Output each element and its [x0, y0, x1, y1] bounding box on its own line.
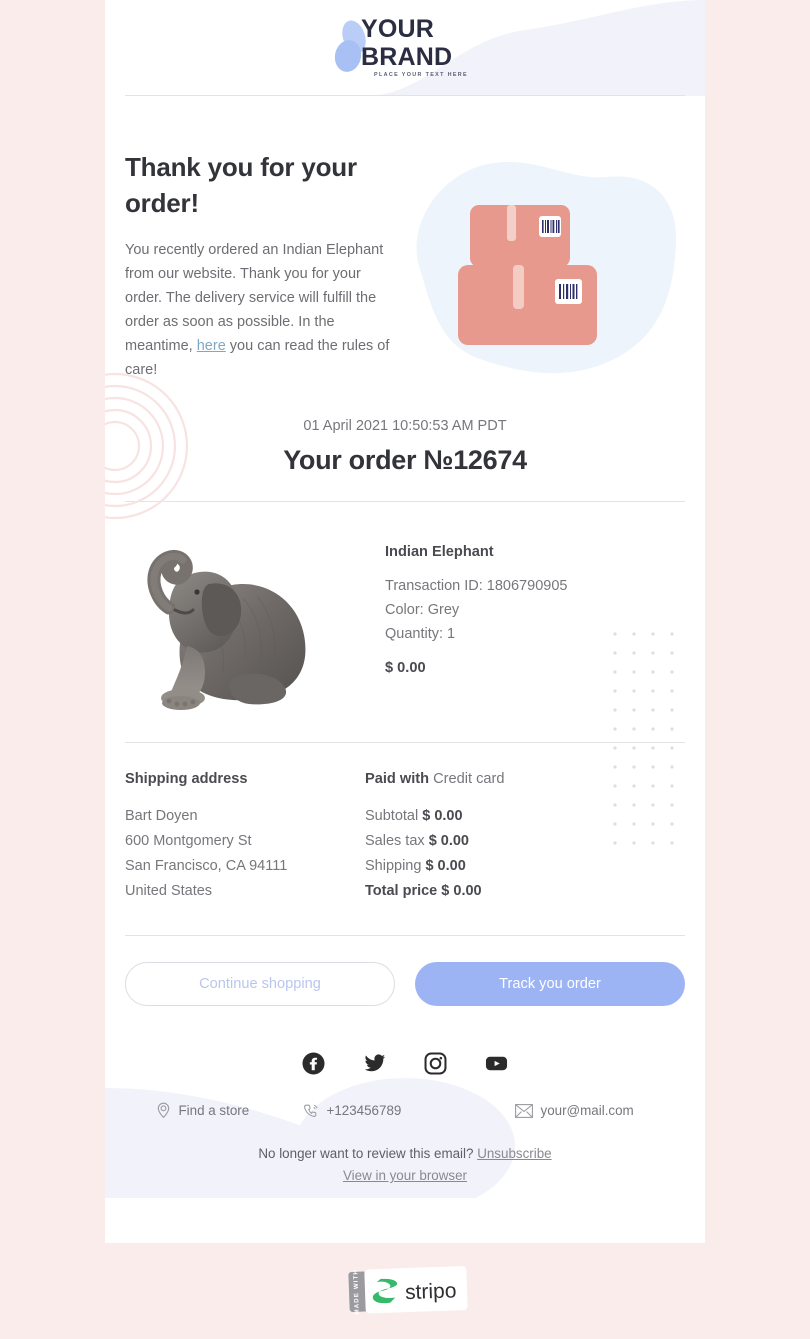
details-section: Shipping address Bart Doyen 600 Montgome… [105, 743, 705, 904]
salestax-value: $ 0.00 [428, 833, 470, 849]
facebook-icon[interactable] [302, 1052, 325, 1075]
subtotal-label: Subtotal [365, 808, 419, 824]
payment-column: Paid with Credit card Subtotal $ 0.00 Sa… [365, 771, 605, 904]
order-number: Your order №12674 [283, 445, 527, 475]
total-row: Total price $ 0.00 [365, 879, 605, 904]
view-browser-row: View in your browser [105, 1168, 705, 1183]
product-details: Indian Elephant Transaction ID: 18067909… [347, 526, 567, 718]
location-pin-icon [157, 1102, 169, 1119]
brand-logo: YOUR BRAND PLACE YOUR TEXT HERE [105, 17, 705, 81]
email-card: YOUR BRAND PLACE YOUR TEXT HERE Thank yo… [105, 0, 705, 1243]
phone-icon [303, 1104, 317, 1117]
continue-shopping-button[interactable]: Continue shopping [125, 962, 395, 1006]
phone-label: +123456789 [326, 1103, 402, 1118]
salestax-row: Sales tax $ 0.00 [365, 829, 605, 854]
product-quantity: Quantity: 1 [385, 626, 456, 642]
page-title: Thank you for your order! [125, 152, 357, 218]
shipping-name: Bart Doyen [125, 808, 198, 824]
email-header: YOUR BRAND PLACE YOUR TEXT HERE [105, 0, 705, 96]
email-label: your@mail.com [540, 1103, 634, 1118]
unsubscribe-link[interactable]: Unsubscribe [477, 1146, 551, 1161]
stripo-badge-icon: MADE WITH stripo [348, 1266, 468, 1315]
email-link[interactable]: your@mail.com [493, 1103, 693, 1118]
product-meta: Transaction ID: 1806790905 Color: Grey Q… [385, 574, 567, 646]
contact-row: Find a store +123456789 your@mail.com [105, 1102, 705, 1119]
stripo-wordmark: stripo [405, 1279, 457, 1304]
shipping-country: United States [125, 883, 213, 899]
product-price: $ 0.00 [385, 660, 426, 676]
salestax-label: Sales tax [365, 833, 425, 849]
package-illustration [403, 149, 685, 381]
view-in-browser-link[interactable]: View in your browser [343, 1168, 467, 1183]
paid-with-label: Paid with [365, 771, 430, 787]
find-store-link[interactable]: Find a store [118, 1102, 303, 1119]
shipping-cost-label: Shipping [365, 858, 422, 874]
logo-line-1: YOUR [361, 15, 435, 43]
shipping-column: Shipping address Bart Doyen 600 Montgome… [125, 771, 365, 904]
total-label: Total price [365, 883, 438, 899]
shipping-city: San Francisco, CA 94111 [125, 858, 288, 874]
package-boxes-icon [416, 161, 677, 374]
paid-with-value: Credit card [433, 771, 505, 787]
twitter-icon[interactable] [363, 1052, 386, 1075]
shipping-heading: Shipping address [125, 771, 248, 787]
unsubscribe-row: No longer want to review this email? Uns… [105, 1146, 705, 1161]
find-store-label: Find a store [178, 1103, 250, 1118]
email-preview-page: YOUR BRAND PLACE YOUR TEXT HERE Thank yo… [0, 0, 810, 1339]
email-footer: Find a store +123456789 your@mail.com No… [105, 1052, 705, 1209]
logo-wordmark: YOUR BRAND [361, 17, 452, 70]
paid-with-heading: Paid with Credit card [365, 771, 605, 787]
stripo-badge[interactable]: MADE WITH stripo [347, 1264, 469, 1316]
indian-elephant-image [147, 550, 306, 710]
product-row: Indian Elephant Transaction ID: 18067909… [105, 502, 705, 718]
shipping-cost-value: $ 0.00 [425, 858, 466, 874]
logo-line-2: BRAND [361, 43, 453, 71]
envelope-icon [514, 1103, 533, 1118]
youtube-icon[interactable] [485, 1052, 508, 1075]
total-value: $ 0.00 [441, 883, 482, 899]
order-heading-section: 01 April 2021 10:50:53 AM PDT Your order… [105, 372, 705, 520]
order-date: 01 April 2021 10:50:53 AM PDT [303, 418, 507, 434]
product-title: Indian Elephant [385, 544, 494, 560]
subtotal-value: $ 0.00 [422, 808, 463, 824]
logo-tagline: PLACE YOUR TEXT HERE [374, 72, 468, 78]
product-image [125, 526, 347, 718]
product-transaction-id: Transaction ID: 1806790905 [385, 578, 568, 594]
shipping-cost-row: Shipping $ 0.00 [365, 854, 605, 879]
shipping-address: Bart Doyen 600 Montgomery St San Francis… [125, 804, 365, 904]
subtotal-row: Subtotal $ 0.00 [365, 804, 605, 829]
track-order-button[interactable]: Track you order [415, 962, 685, 1006]
price-breakdown: Subtotal $ 0.00 Sales tax $ 0.00 Shippin… [365, 804, 605, 904]
intro-text-column: Thank you for your order! You recently o… [125, 149, 403, 382]
legal-section: No longer want to review this email? Uns… [105, 1146, 705, 1183]
unsubscribe-text: No longer want to review this email? [258, 1146, 478, 1161]
instagram-icon[interactable] [424, 1052, 447, 1075]
product-color: Color: Grey [385, 602, 460, 618]
action-buttons: Continue shopping Track you order [105, 936, 705, 1006]
phone-link[interactable]: +123456789 [303, 1103, 493, 1119]
social-links [105, 1052, 705, 1075]
shipping-street: 600 Montgomery St [125, 833, 252, 849]
intro-section: Thank you for your order! You recently o… [105, 96, 705, 382]
